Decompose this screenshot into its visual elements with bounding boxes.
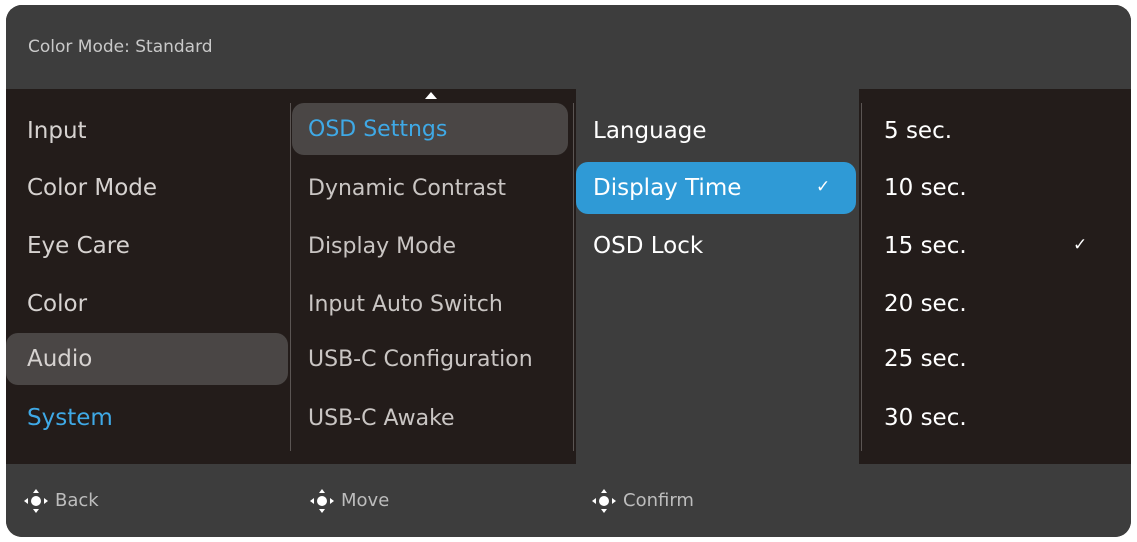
submenu-item-display-mode[interactable]: Display Mode bbox=[292, 220, 568, 272]
submenu-item-osd-settings[interactable]: OSD Settngs bbox=[292, 103, 568, 155]
main-menu-item-input[interactable]: Input bbox=[6, 105, 288, 157]
osd-menu: Color Mode: Standard Input Color Mode Ey… bbox=[6, 5, 1131, 537]
display-time-options: 5 sec. 10 sec. 15 sec. ✓ 20 sec. 25 sec.… bbox=[859, 89, 1131, 464]
confirm-button[interactable]: Confirm bbox=[592, 464, 694, 537]
main-menu-item-eye-care[interactable]: Eye Care bbox=[6, 220, 288, 272]
footer-bar: Back Move Confirm bbox=[6, 464, 1131, 537]
submenu-item-dynamic-contrast[interactable]: Dynamic Contrast bbox=[292, 162, 568, 214]
submenu-item-usb-c-awake[interactable]: USB-C Awake bbox=[292, 392, 568, 444]
osd-item-osd-lock[interactable]: OSD Lock bbox=[576, 220, 856, 272]
joystick-icon bbox=[592, 488, 616, 513]
confirm-label: Confirm bbox=[623, 490, 694, 511]
option-25-sec[interactable]: 25 sec. bbox=[859, 333, 1131, 385]
back-button[interactable]: Back bbox=[24, 464, 99, 537]
submenu-item-usb-c-configuration[interactable]: USB-C Configuration bbox=[292, 333, 568, 385]
move-label: Move bbox=[341, 490, 390, 511]
osd-item-display-time[interactable]: Display Time bbox=[576, 162, 856, 214]
osd-settings-panel: Language Display Time ✓ OSD Lock bbox=[576, 89, 859, 464]
color-mode-status: Color Mode: Standard bbox=[28, 37, 213, 57]
option-15-sec[interactable]: 15 sec. bbox=[859, 220, 1131, 272]
joystick-icon bbox=[310, 488, 334, 513]
main-menu: Input Color Mode Eye Care Color Audio Sy… bbox=[6, 89, 290, 464]
main-menu-item-system[interactable]: System bbox=[6, 392, 288, 444]
submenu-item-input-auto-switch[interactable]: Input Auto Switch bbox=[292, 278, 568, 330]
back-label: Back bbox=[55, 490, 99, 511]
check-icon: ✓ bbox=[816, 177, 831, 197]
check-icon: ✓ bbox=[1073, 235, 1088, 255]
option-20-sec[interactable]: 20 sec. bbox=[859, 278, 1131, 330]
divider bbox=[573, 103, 574, 451]
main-menu-item-color-mode[interactable]: Color Mode bbox=[6, 162, 288, 214]
option-5-sec[interactable]: 5 sec. bbox=[859, 105, 1131, 157]
joystick-icon bbox=[24, 488, 48, 513]
main-menu-item-audio[interactable]: Audio bbox=[6, 333, 288, 385]
osd-item-language[interactable]: Language bbox=[576, 105, 856, 157]
header-bar: Color Mode: Standard bbox=[6, 5, 1131, 89]
scroll-up-icon[interactable] bbox=[425, 92, 437, 99]
main-menu-item-color[interactable]: Color bbox=[6, 278, 288, 330]
option-30-sec[interactable]: 30 sec. bbox=[859, 392, 1131, 444]
move-button[interactable]: Move bbox=[310, 464, 389, 537]
system-submenu: OSD Settngs Dynamic Contrast Display Mod… bbox=[290, 89, 576, 474]
option-10-sec[interactable]: 10 sec. bbox=[859, 162, 1131, 214]
